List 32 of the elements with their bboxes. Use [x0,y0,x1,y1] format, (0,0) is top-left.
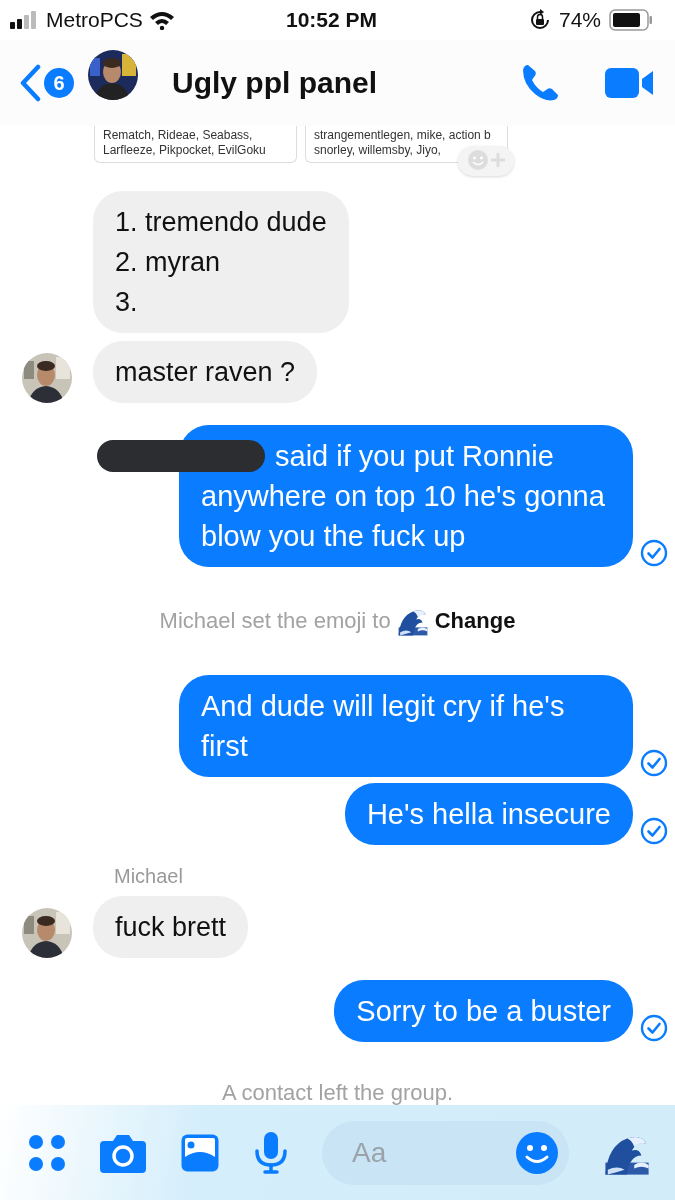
message-bubble: 1. tremendo dude 2. myran 3. [93,191,349,333]
video-camera-icon[interactable] [605,66,655,100]
chat-title[interactable]: Ugly ppl panel [172,66,519,100]
message-input[interactable]: Aa [350,1135,515,1170]
card-text: snorley, willemsby, Jiyo, [314,143,442,158]
message-input-field[interactable]: Aa [322,1120,569,1185]
battery-percentage: 74% [559,8,601,32]
system-notice: Michael set the emoji to [159,608,391,634]
message-bubble: master raven ? [93,341,318,403]
message-bubble: Sorry to be a buster [334,980,633,1042]
wifi-icon [148,10,175,30]
rotation-lock-icon [529,9,551,31]
card-text: Rematch, Rideae, Seabass, [103,128,254,143]
system-notice: A contact left the group. [221,1080,454,1105]
message-bubble: And dude will legit cry if he's first [179,675,633,777]
change-link[interactable]: Change [434,608,516,634]
microphone-icon[interactable] [254,1130,288,1175]
clock: 10:52 PM [286,8,378,32]
back-button[interactable]: 6 [18,64,74,102]
more-apps-icon[interactable] [28,1133,66,1172]
card-text: Larfleeze, Pikpocket, EvilGoku [103,143,267,158]
message-bubble: He's hella insecure [344,783,633,845]
sender-name: Michael [114,865,183,887]
carrier-name: MetroPCS [46,8,143,32]
camera-icon[interactable] [100,1132,146,1173]
unread-badge: 6 [44,68,74,98]
gallery-icon[interactable] [180,1132,220,1173]
emoji-icon[interactable] [515,1130,559,1175]
card-text: strangementlegen, mike, action b [314,128,492,143]
battery-icon [609,9,653,31]
back-chevron-icon [18,64,42,102]
message-bubble: fuck brett [93,896,249,958]
